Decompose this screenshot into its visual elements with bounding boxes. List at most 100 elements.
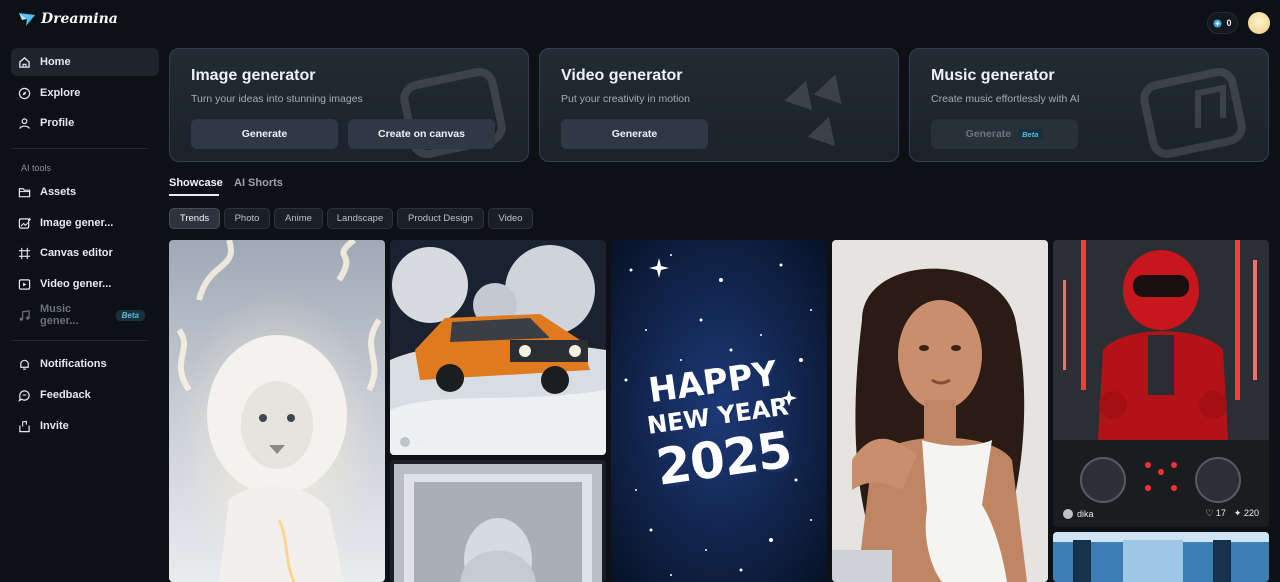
- uses: ✦ 111: [572, 436, 596, 446]
- author[interactable]: Wiz.X: [400, 436, 438, 447]
- beta-badge: Beta: [1017, 128, 1044, 140]
- filter-landscape[interactable]: Landscape: [327, 208, 393, 229]
- sidebar-item-canvas-editor[interactable]: Canvas editor: [11, 239, 159, 267]
- video-icon: [18, 278, 31, 290]
- button-label: Generate: [965, 128, 1012, 140]
- robot-dj-image: [1053, 240, 1269, 527]
- tile-stats: ♡ 17 ✦ 220: [1205, 508, 1259, 519]
- sidebar-item-invite[interactable]: Invite: [11, 412, 159, 440]
- tab-ai-shorts[interactable]: AI Shorts: [234, 177, 283, 189]
- white-lion-image: [169, 240, 385, 582]
- folder-icon: [18, 187, 31, 197]
- music-generate-button[interactable]: Generate Beta: [931, 119, 1078, 149]
- credits-badge[interactable]: 0: [1207, 12, 1238, 34]
- sidebar-item-label: Invite: [40, 420, 69, 432]
- gallery-tile-silver-frame[interactable]: [390, 460, 606, 582]
- gallery-tile-white-lion[interactable]: [169, 240, 385, 582]
- beta-badge: Beta: [115, 309, 145, 321]
- ai-tools-heading: AI tools: [21, 163, 52, 173]
- likes[interactable]: ♡ 12: [544, 436, 565, 447]
- sidebar-item-image-generator[interactable]: Image gener...: [11, 209, 159, 237]
- app-logo[interactable]: Dreamina: [18, 11, 118, 27]
- author-avatar: [400, 436, 410, 447]
- sidebar-item-notifications[interactable]: Notifications: [11, 350, 159, 378]
- music-generator-card: Music generator Create music effortlessl…: [909, 48, 1269, 162]
- author-avatar: [1063, 508, 1073, 519]
- user-icon: [19, 117, 30, 129]
- credit-icon: [1213, 18, 1223, 28]
- orange-car-image: [390, 240, 606, 455]
- gallery-tile-robot-dj[interactable]: dika ♡ 17 ✦ 220: [1053, 240, 1269, 527]
- music-generator-decor-icon: [1140, 68, 1246, 158]
- sidebar-item-label: Music gener...: [40, 303, 79, 327]
- gallery-tile-orange-car[interactable]: Wiz.X ♡ 12 ✦ 111: [390, 240, 606, 455]
- sidebar-item-label: Notifications: [40, 358, 107, 370]
- sidebar-item-label: Feedback: [40, 389, 91, 401]
- avatar[interactable]: [1248, 12, 1270, 34]
- gallery-tile-woman-portrait[interactable]: [832, 240, 1048, 582]
- likes[interactable]: ♡ 17: [1205, 508, 1226, 519]
- tab-showcase[interactable]: Showcase: [169, 177, 223, 189]
- sidebar-item-label: Image gener...: [40, 217, 114, 229]
- card-title: Image generator: [191, 67, 316, 84]
- sidebar-item-label: Assets: [40, 186, 77, 198]
- chat-icon: [18, 389, 30, 402]
- filter-photo[interactable]: Photo: [224, 208, 270, 229]
- uses-count: 111: [582, 436, 596, 446]
- sidebar-item-home[interactable]: Home: [11, 48, 159, 76]
- author-name: Wiz.X: [414, 436, 438, 447]
- tab-underline: [169, 194, 219, 196]
- sidebar-item-explore[interactable]: Explore: [11, 79, 159, 107]
- image-generate-button[interactable]: Generate: [191, 119, 338, 149]
- likes-count: 17: [1215, 508, 1226, 518]
- sidebar-item-label: Profile: [40, 117, 75, 129]
- sidebar-item-profile[interactable]: Profile: [11, 109, 159, 137]
- sidebar-divider: [11, 148, 147, 149]
- credits-count: 0: [1226, 18, 1232, 28]
- app-name: Dreamina: [41, 11, 118, 27]
- sidebar-divider: [11, 340, 147, 341]
- filter-video[interactable]: Video: [488, 208, 533, 229]
- author[interactable]: dika: [1063, 508, 1094, 519]
- sidebar-item-label: Canvas editor: [40, 247, 113, 259]
- woman-portrait-image: [832, 240, 1048, 582]
- filter-product-design[interactable]: Product Design: [397, 208, 484, 229]
- create-on-canvas-button[interactable]: Create on canvas: [348, 119, 495, 149]
- sidebar-item-feedback[interactable]: Feedback: [11, 381, 159, 409]
- sidebar-item-label: Home: [40, 56, 71, 68]
- tile-stats: ♡ 12 ✦ 111: [544, 436, 596, 447]
- tile-footer: Wiz.X ♡ 12 ✦ 111: [400, 436, 596, 447]
- card-title: Video generator: [561, 67, 683, 84]
- image-generator-card: Image generator Turn your ideas into stu…: [169, 48, 529, 162]
- card-subtitle: Turn your ideas into stunning images: [191, 93, 363, 105]
- canvas-icon: [18, 247, 31, 259]
- sidebar-item-label: Video gener...: [40, 278, 112, 290]
- video-generator-card: Video generator Put your creativity in m…: [539, 48, 899, 162]
- dreamina-logo-icon: [19, 13, 35, 26]
- filter-anime[interactable]: Anime: [274, 208, 323, 229]
- gallery-tile-blue-corridor[interactable]: [1053, 532, 1269, 582]
- music-icon: [19, 309, 30, 321]
- blue-corridor-image: [1053, 532, 1269, 582]
- sidebar-item-label: Explore: [40, 87, 81, 99]
- home-icon: [19, 56, 30, 68]
- card-title: Music generator: [931, 67, 1055, 84]
- compass-icon: [18, 87, 31, 99]
- filter-trends[interactable]: Trends: [169, 208, 220, 229]
- video-generate-button[interactable]: Generate: [561, 119, 708, 149]
- video-generator-decor-icon: [784, 74, 842, 147]
- image-icon: [18, 217, 31, 229]
- gallery-tile-new-year[interactable]: HAPPY NEW YEAR 2025: [611, 240, 827, 582]
- uses: ✦ 220: [1233, 508, 1259, 518]
- bell-icon: [20, 359, 29, 370]
- sidebar-item-video-generator[interactable]: Video gener...: [11, 270, 159, 298]
- uses-count: 220: [1243, 508, 1259, 518]
- card-subtitle: Create music effortlessly with AI: [931, 93, 1080, 105]
- tile-footer: dika ♡ 17 ✦ 220: [1063, 508, 1259, 519]
- likes-count: 12: [554, 436, 565, 446]
- sidebar: Dreamina Home Explore Profile AI tools A…: [0, 0, 168, 582]
- sidebar-item-assets[interactable]: Assets: [11, 178, 159, 206]
- card-subtitle: Put your creativity in motion: [561, 93, 690, 105]
- invite-icon: [19, 420, 30, 432]
- sidebar-item-music-generator[interactable]: Music gener... Beta: [11, 301, 159, 329]
